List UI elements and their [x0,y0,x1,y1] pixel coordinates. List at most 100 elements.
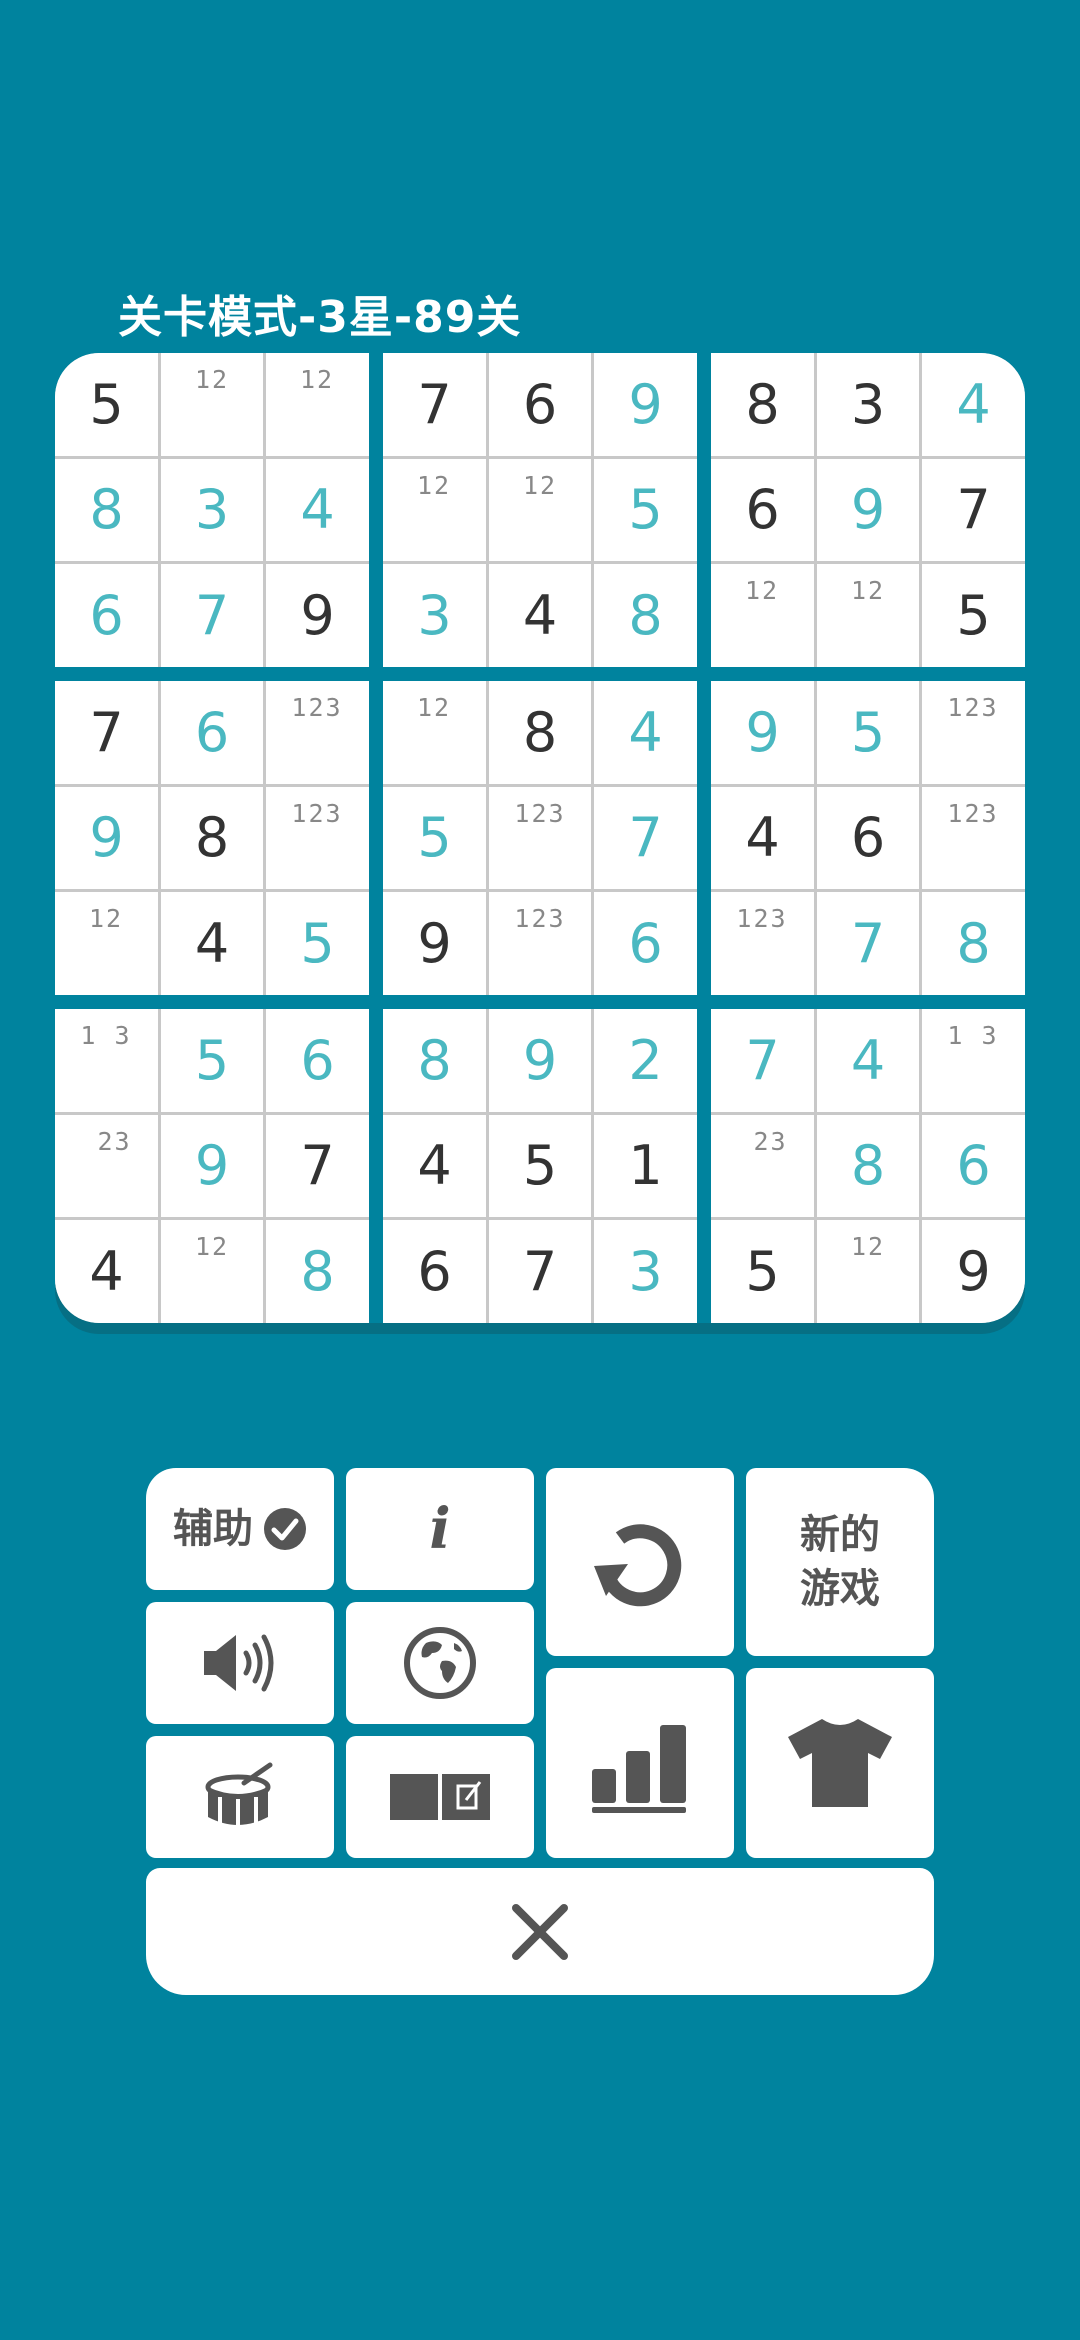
sudoku-cell[interactable]: 8 [711,353,814,456]
sudoku-cell[interactable]: 8 [489,681,591,784]
sudoku-cell[interactable]: 4 [266,459,369,561]
sudoku-cell[interactable]: 6 [266,1009,369,1112]
sudoku-cell[interactable]: 8 [922,892,1025,995]
pencil-notes: 12 [416,471,452,500]
sudoku-cell[interactable]: 6 [594,892,697,995]
sudoku-cell[interactable]: 6 [922,1115,1025,1217]
sudoku-cell[interactable]: 5 [383,787,486,889]
pencil-notes: 12 [88,904,124,933]
entered-digit: 4 [850,1028,886,1092]
sudoku-cell[interactable]: 123 [922,787,1025,889]
sudoku-cell[interactable]: 9 [817,459,919,561]
sudoku-cell[interactable]: 9 [55,787,158,889]
sudoku-cell[interactable]: 9 [489,1009,591,1112]
restart-button[interactable] [546,1468,734,1656]
sudoku-cell[interactable]: 123 [489,787,591,889]
sudoku-cell[interactable]: 123 [266,681,369,784]
sudoku-cell[interactable]: 3 [383,564,486,667]
sudoku-cell[interactable]: 7 [711,1009,814,1112]
sudoku-cell[interactable]: 8 [594,564,697,667]
sudoku-cell[interactable]: 7 [922,459,1025,561]
sound-button[interactable] [146,1602,334,1724]
sudoku-cell[interactable]: 5 [922,564,1025,667]
sudoku-cell[interactable]: 4 [161,892,263,995]
sudoku-cell[interactable]: 123 [489,892,591,995]
given-digit: 6 [745,478,780,541]
entered-digit: 7 [850,911,886,975]
stats-button[interactable] [546,1668,734,1858]
sudoku-cell[interactable]: 6 [161,681,263,784]
sudoku-cell[interactable]: 9 [594,353,697,456]
given-digit: 5 [956,583,991,647]
sudoku-cell[interactable]: 6 [711,459,814,561]
sudoku-cell[interactable]: 3 [161,459,263,561]
sudoku-cell[interactable]: 9 [266,564,369,667]
sudoku-cell[interactable]: 9 [383,892,486,995]
sudoku-cell[interactable]: 4 [922,353,1025,456]
sudoku-cell[interactable]: 5 [817,681,919,784]
given-digit: 6 [522,372,558,436]
sudoku-cell[interactable]: 6 [489,353,591,456]
sudoku-cell[interactable]: 3 [594,1220,697,1323]
sudoku-cell[interactable]: 12 [817,564,919,667]
sudoku-cell[interactable]: 123 [922,681,1025,784]
sudoku-cell[interactable]: 8 [55,459,158,561]
pencil-notes: 12 [194,365,230,394]
sudoku-cell[interactable]: 4 [817,1009,919,1112]
sudoku-cell[interactable]: 123 [266,787,369,889]
sudoku-cell[interactable]: 1 [594,1115,697,1217]
sudoku-cell[interactable]: 5 [489,1115,591,1217]
sudoku-cell[interactable]: 7 [594,787,697,889]
sudoku-cell[interactable]: 12 [55,892,158,995]
sudoku-cell[interactable]: 8 [266,1220,369,1323]
sudoku-cell[interactable]: 7 [817,892,919,995]
sudoku-cell[interactable]: 1 3 [55,1009,158,1112]
sudoku-cell[interactable]: 2 [594,1009,697,1112]
sudoku-cell[interactable]: 5 [55,353,158,456]
sudoku-cell[interactable]: 12 [489,459,591,561]
sudoku-cell[interactable]: 3 [817,353,919,456]
sudoku-cell[interactable]: 4 [55,1220,158,1323]
sudoku-cell[interactable]: 1 3 [922,1009,1025,1112]
sudoku-cell[interactable]: 6 [55,564,158,667]
close-button[interactable] [146,1868,934,1995]
sudoku-cell[interactable]: 8 [161,787,263,889]
sudoku-cell[interactable]: 7 [489,1220,591,1323]
sudoku-cell[interactable]: 12 [161,353,263,456]
sudoku-cell[interactable]: 23 [711,1115,814,1217]
sudoku-cell[interactable]: 12 [383,681,486,784]
new-game-button[interactable]: 新的 游戏 [746,1468,934,1656]
sudoku-cell[interactable]: 5 [594,459,697,561]
sudoku-cell[interactable]: 123 [711,892,814,995]
sudoku-cell[interactable]: 4 [489,564,591,667]
sudoku-cell[interactable]: 12 [383,459,486,561]
sudoku-cell[interactable]: 12 [817,1220,919,1323]
sudoku-cell[interactable]: 8 [383,1009,486,1112]
sudoku-cell[interactable]: 5 [266,892,369,995]
sudoku-cell[interactable]: 4 [711,787,814,889]
sudoku-cell[interactable]: 9 [922,1220,1025,1323]
sudoku-cell[interactable]: 5 [711,1220,814,1323]
sudoku-cell[interactable]: 12 [266,353,369,456]
sudoku-cell[interactable]: 7 [55,681,158,784]
music-button[interactable] [146,1736,334,1858]
assist-button[interactable]: 辅助 [146,1468,334,1590]
sudoku-cell[interactable]: 7 [266,1115,369,1217]
info-button[interactable]: i [346,1468,534,1590]
sudoku-cell[interactable]: 6 [383,1220,486,1323]
sudoku-cell[interactable]: 9 [711,681,814,784]
theme-button[interactable] [746,1668,934,1858]
sudoku-cell[interactable]: 5 [161,1009,263,1112]
sudoku-cell[interactable]: 8 [817,1115,919,1217]
sudoku-cell[interactable]: 12 [711,564,814,667]
sudoku-cell[interactable]: 4 [383,1115,486,1217]
sudoku-cell[interactable]: 7 [383,353,486,456]
sudoku-cell[interactable]: 6 [817,787,919,889]
sudoku-cell[interactable]: 12 [161,1220,263,1323]
notes-mode-button[interactable] [346,1736,534,1858]
language-button[interactable] [346,1602,534,1724]
sudoku-cell[interactable]: 9 [161,1115,263,1217]
sudoku-cell[interactable]: 7 [161,564,263,667]
sudoku-cell[interactable]: 23 [55,1115,158,1217]
sudoku-cell[interactable]: 4 [594,681,697,784]
